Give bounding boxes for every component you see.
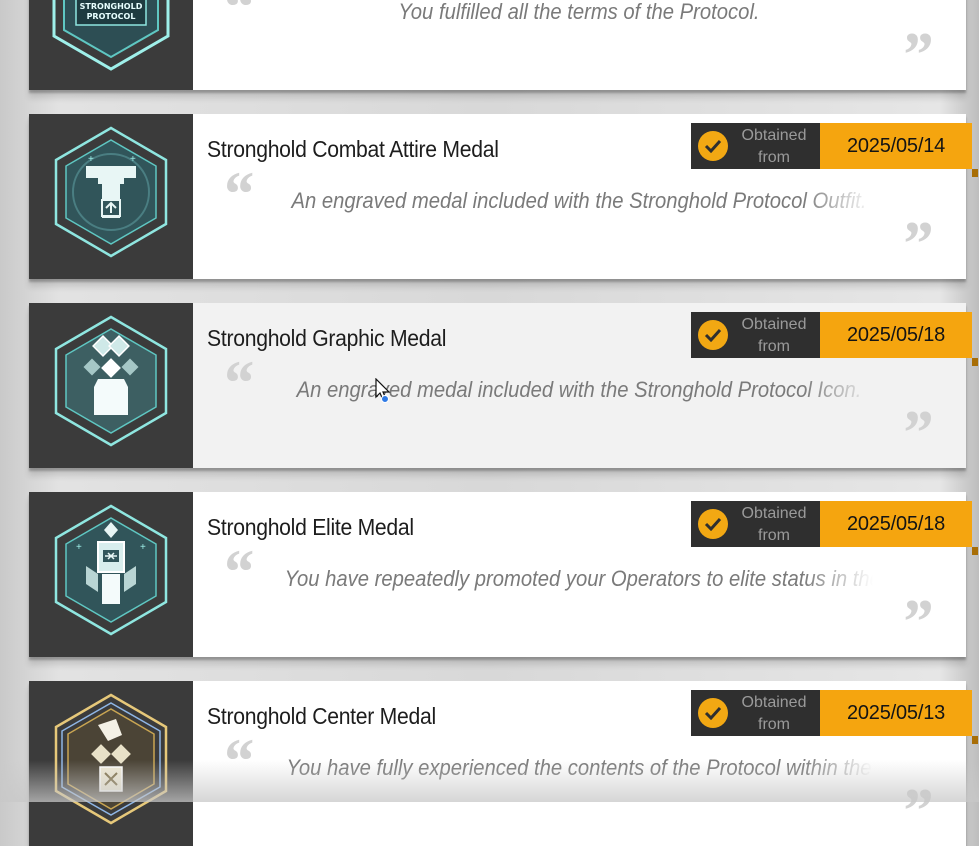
check-icon [698, 320, 728, 350]
close-quote-icon: ” [900, 586, 932, 657]
medal-thumbnail [29, 303, 193, 468]
obtained-badge: Obtained from 2025/05/18 [691, 312, 978, 366]
stronghold-protocol-medal-icon: STRONGHOLD PROTOCOL [52, 0, 170, 71]
medal-card[interactable]: Stronghold Graphic Medal “ An engraved m… [29, 303, 978, 468]
obtained-label-box: Obtained from [691, 501, 820, 547]
obtained-label: Obtained from [741, 505, 807, 544]
obtained-date: 2025/05/18 [820, 501, 972, 547]
open-quote-icon: “ [221, 725, 253, 796]
open-quote-icon: “ [221, 158, 253, 229]
check-icon [698, 509, 728, 539]
obtained-date: 2025/05/14 [820, 123, 972, 169]
obtained-badge: Obtained from 2025/05/18 [691, 501, 978, 555]
medal-card[interactable]: + + Stronghold Elite Medal “ You have re… [29, 492, 978, 657]
center-medal-icon [54, 693, 168, 824]
obtained-date: 2025/05/13 [820, 690, 972, 736]
medal-description: You fulfilled all the terms of the Proto… [398, 0, 760, 24]
svg-text:+: + [130, 154, 136, 165]
check-icon [698, 698, 728, 728]
medal-thumbnail [29, 681, 193, 846]
obtained-date: 2025/05/18 [820, 312, 972, 358]
emblem-text: STRONGHOLD [80, 2, 143, 11]
mouse-cursor-icon [375, 378, 391, 403]
medal-description: An engraved medal included with the Stro… [296, 377, 862, 402]
badge-tab [972, 169, 978, 177]
svg-text:+: + [140, 542, 146, 553]
medal-thumbnail: + + [29, 114, 193, 279]
badge-tab [972, 736, 978, 744]
emblem-text-2: PROTOCOL [87, 12, 136, 21]
svg-text:+: + [76, 542, 82, 553]
elite-medal-icon: + + [54, 504, 168, 635]
obtained-label-box: Obtained from [691, 690, 820, 736]
medal-description: An engraved medal included with the Stro… [291, 188, 867, 213]
obtained-badge: Obtained from 2025/05/13 [691, 690, 978, 744]
obtained-badge: Obtained from 2025/05/14 [691, 123, 978, 177]
medal-description: You have repeatedly promoted your Operat… [284, 566, 874, 591]
badge-tab [972, 358, 978, 366]
open-quote-icon: “ [221, 0, 253, 42]
close-quote-icon: ” [900, 19, 932, 90]
badge-tab [972, 547, 978, 555]
check-icon [698, 131, 728, 161]
close-quote-icon: ” [900, 208, 932, 279]
obtained-label: Obtained from [741, 127, 807, 166]
obtained-label-box: Obtained from [691, 123, 820, 169]
medal-thumbnail: STRONGHOLD PROTOCOL [29, 0, 193, 90]
medal-card[interactable]: + + Stronghold Combat Attire Medal “ An … [29, 114, 978, 279]
combat-attire-medal-icon: + + [54, 126, 168, 257]
medal-card[interactable]: STRONGHOLD PROTOCOL “ You fulfilled all … [29, 0, 966, 90]
obtained-label-box: Obtained from [691, 312, 820, 358]
open-quote-icon: “ [221, 347, 253, 418]
close-quote-icon: ” [900, 397, 932, 468]
medal-card[interactable]: Stronghold Center Medal “ You have fully… [29, 681, 978, 846]
medal-thumbnail: + + [29, 492, 193, 657]
medal-description: You have fully experienced the contents … [286, 755, 872, 780]
graphic-medal-icon [54, 315, 168, 446]
close-quote-icon: ” [900, 775, 932, 846]
svg-text:+: + [88, 154, 94, 165]
open-quote-icon: “ [221, 536, 253, 607]
obtained-label: Obtained from [741, 694, 807, 733]
obtained-label: Obtained from [741, 316, 807, 355]
